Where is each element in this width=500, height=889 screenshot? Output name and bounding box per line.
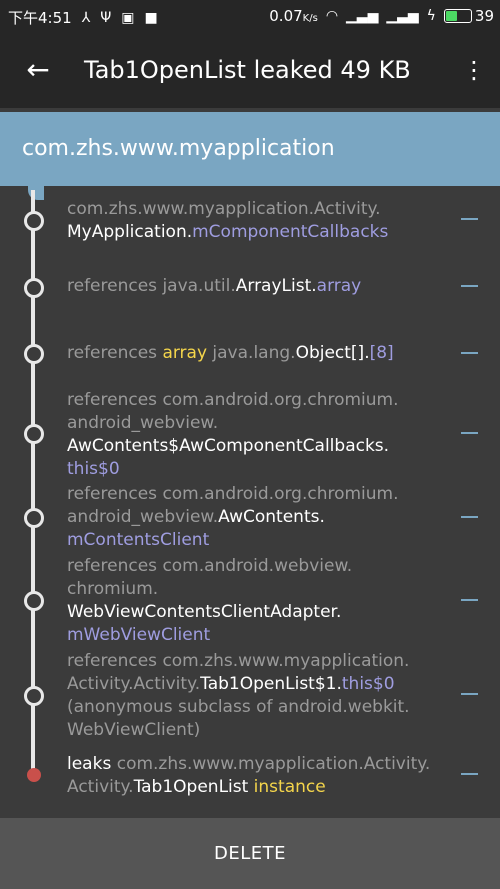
trace-node <box>24 591 44 611</box>
back-arrow-icon[interactable]: ← <box>22 54 54 86</box>
expand-dash-icon[interactable] <box>461 773 478 775</box>
battery-icon <box>443 9 472 23</box>
expand-dash-icon[interactable] <box>461 218 478 220</box>
signal-icon: ▁▃▅ <box>346 8 379 24</box>
trace-row-0[interactable]: com.zhs.www.myapplication.Activity. MyAp… <box>67 198 457 244</box>
battery-level: 39 <box>474 7 494 25</box>
app-bar: ← Tab1OpenList leaked 49 KB ⋮ <box>0 32 500 108</box>
usb-icon: Ψ <box>100 9 112 26</box>
expand-dash-icon[interactable] <box>461 693 478 695</box>
trace-node <box>24 686 44 706</box>
package-name: com.zhs.www.myapplication <box>22 136 335 161</box>
trace-row-2[interactable]: references array java.lang.Object[].[8] <box>67 342 457 365</box>
footer-bar: DELETE <box>0 818 500 889</box>
trace-node <box>24 424 44 444</box>
charging-icon: ϟ <box>426 8 436 24</box>
trace-row-4[interactable]: references com.android.org.chromium. and… <box>67 483 457 552</box>
trace-node <box>24 344 44 364</box>
trace-row-7[interactable]: leaks com.zhs.www.myapplication.Activity… <box>67 753 457 799</box>
usb-share-icon: ⅄ <box>81 9 91 26</box>
trace-row-5[interactable]: references com.android.webview. chromium… <box>67 555 457 647</box>
image-icon: ▣ <box>121 9 135 26</box>
network-speed: 0.07K/s <box>269 7 318 25</box>
status-bar: 下午4:51 ⅄ Ψ ▣ ■ 0.07K/s ◠ ▁▃▅ ▁▃▅ ϟ 39 <box>0 0 500 32</box>
leak-dot <box>27 768 41 782</box>
trace-node <box>24 211 44 231</box>
overflow-menu-icon[interactable]: ⋮ <box>462 54 486 86</box>
trace-node <box>24 508 44 528</box>
expand-dash-icon[interactable] <box>461 432 478 434</box>
battery-indicator: 39 <box>443 7 494 25</box>
expand-dash-icon[interactable] <box>461 285 478 287</box>
trace-row-1[interactable]: references java.util.ArrayList.array <box>67 275 457 298</box>
expand-dash-icon[interactable] <box>461 599 478 601</box>
package-header: com.zhs.www.myapplication <box>0 112 500 186</box>
wifi-icon: ◠ <box>325 8 339 24</box>
page-title: Tab1OpenList leaked 49 KB <box>84 56 411 84</box>
signal-icon-2: ▁▃▅ <box>386 8 419 24</box>
delete-button[interactable]: DELETE <box>0 818 500 889</box>
expand-dash-icon[interactable] <box>461 516 478 518</box>
trace-node <box>24 278 44 298</box>
trace-row-6[interactable]: references com.zhs.www.myapplication. Ac… <box>67 650 457 742</box>
bag-icon: ■ <box>144 9 158 26</box>
status-time: 下午4:51 <box>8 9 72 27</box>
expand-dash-icon[interactable] <box>461 352 478 354</box>
trace-row-3[interactable]: references com.android.org.chromium. and… <box>67 389 457 481</box>
